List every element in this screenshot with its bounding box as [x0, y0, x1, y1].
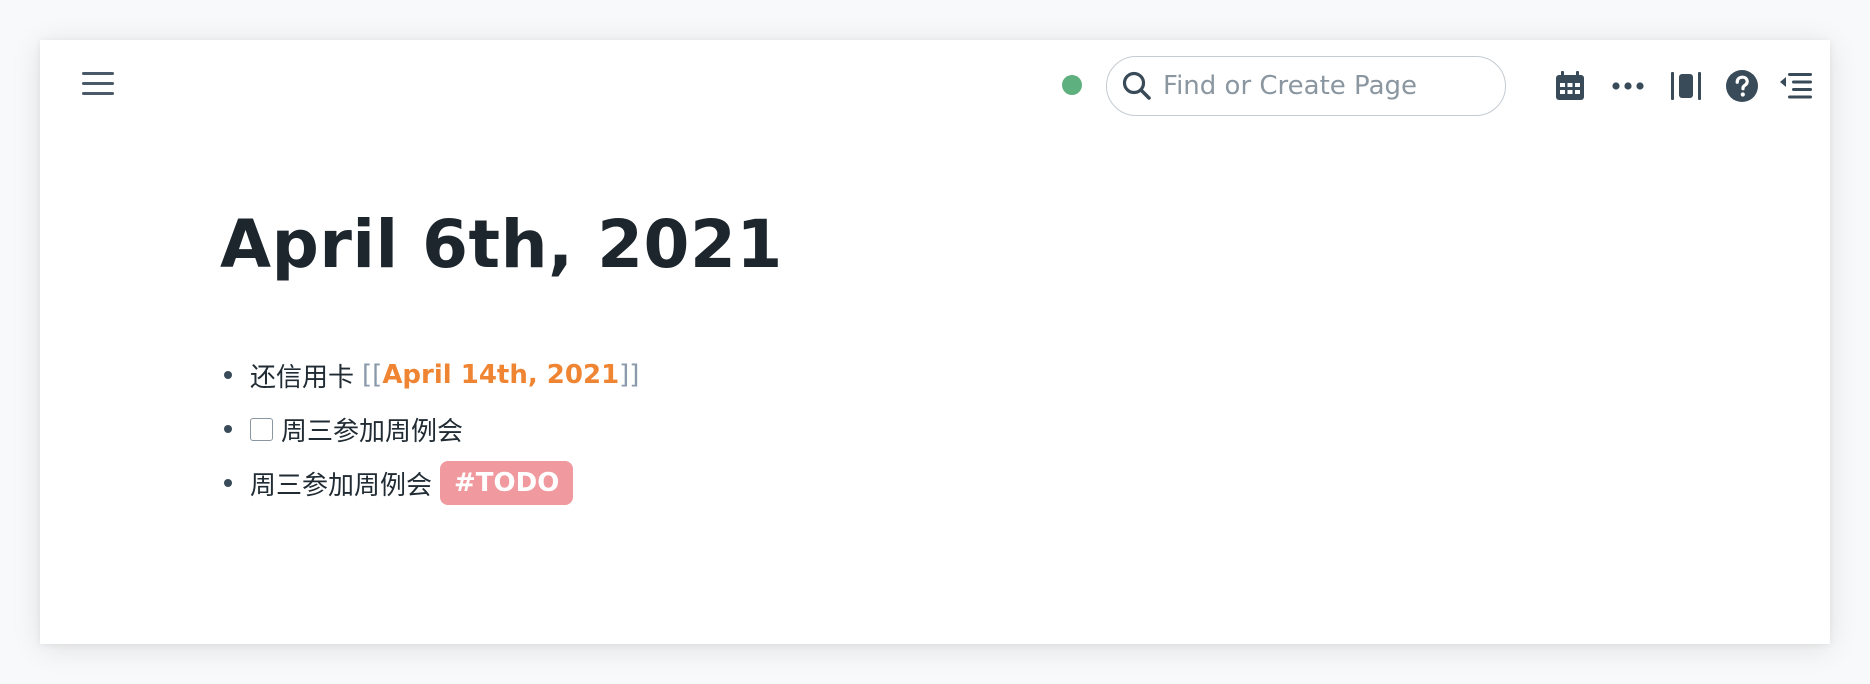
- more-icon[interactable]: [1608, 66, 1648, 106]
- calendar-icon[interactable]: [1550, 66, 1590, 106]
- sync-status-indicator: [1062, 75, 1082, 95]
- right-sidebar-icon[interactable]: [1776, 66, 1816, 106]
- open-bracket: [[: [362, 360, 383, 390]
- todo-checkbox[interactable]: [250, 417, 273, 441]
- block-item[interactable]: 周三参加周例会: [220, 402, 1730, 456]
- page-title[interactable]: April 6th, 2021: [220, 200, 1730, 290]
- menu-icon[interactable]: [78, 68, 118, 100]
- todo-tag[interactable]: #TODO: [440, 461, 574, 505]
- topbar: [40, 40, 1830, 130]
- app-window: April 6th, 2021 还信用卡 [[ April 14th, 2021…: [40, 40, 1830, 644]
- block-item[interactable]: 周三参加周例会 #TODO: [220, 456, 1730, 510]
- help-icon[interactable]: [1722, 66, 1762, 106]
- block-item[interactable]: 还信用卡 [[ April 14th, 2021 ]]: [220, 348, 1730, 402]
- bullet-dot[interactable]: [224, 371, 232, 379]
- block-text: 周三参加周例会: [250, 470, 433, 501]
- search-input[interactable]: [1163, 71, 1483, 101]
- sidebar-toggle-icon[interactable]: [1666, 66, 1706, 106]
- bullet-dot[interactable]: [224, 425, 232, 433]
- search-icon: [1122, 71, 1151, 100]
- search-box[interactable]: [1106, 56, 1506, 116]
- block-list: 还信用卡 [[ April 14th, 2021 ]] 周三参加周例会 周三参加…: [220, 348, 1730, 510]
- block-text: 还信用卡: [250, 362, 355, 393]
- close-bracket: ]]: [619, 360, 640, 390]
- block-text: 周三参加周例会: [281, 416, 464, 447]
- bullet-dot[interactable]: [224, 479, 232, 487]
- page-content: April 6th, 2021 还信用卡 [[ April 14th, 2021…: [220, 200, 1730, 510]
- page-reference-link[interactable]: April 14th, 2021: [382, 360, 619, 390]
